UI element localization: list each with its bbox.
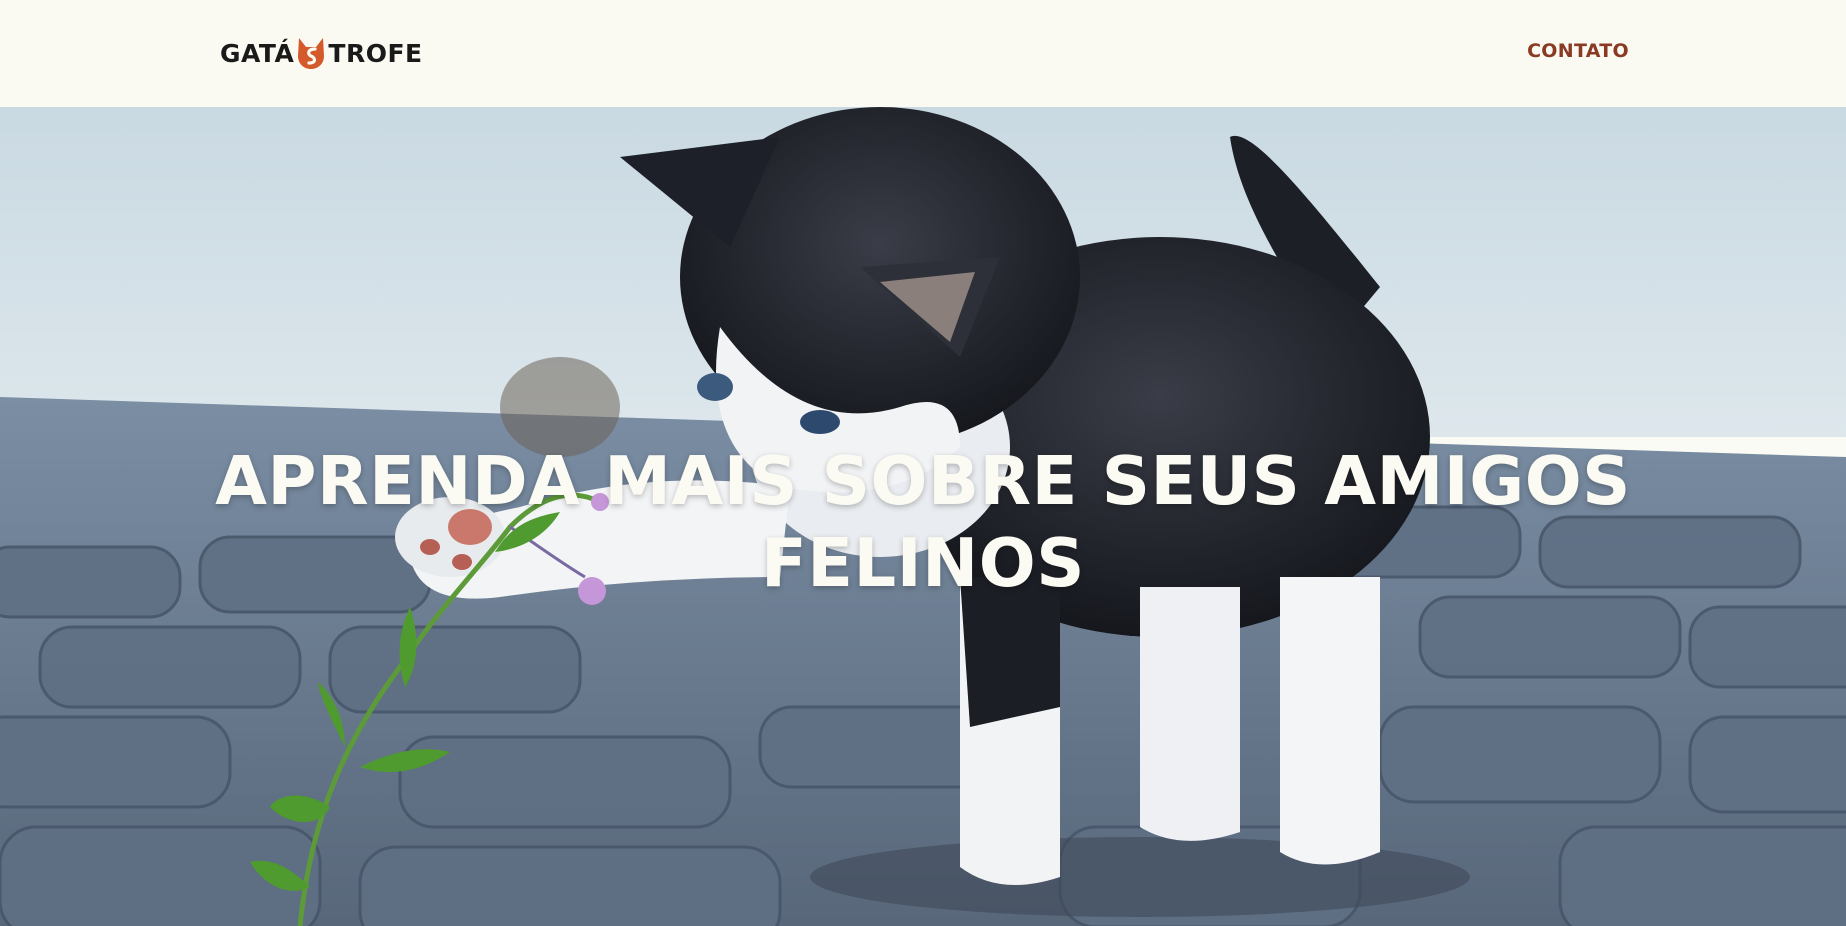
hero-title-line-1: APRENDA MAIS SOBRE SEUS AMIGOS [215, 442, 1631, 520]
site-logo[interactable]: GATÁ TROFE [220, 36, 423, 70]
nav-contact-link[interactable]: CONTATO [1527, 40, 1629, 62]
hero-section: APRENDA MAIS SOBRE SEUS AMIGOS FELINOS [0, 107, 1846, 926]
site-header: GATÁ TROFE CONTATO [0, 0, 1846, 107]
hero-title-line-2: FELINOS [761, 524, 1085, 602]
hero-title: APRENDA MAIS SOBRE SEUS AMIGOS FELINOS [0, 440, 1846, 604]
logo-text-left: GATÁ [220, 38, 295, 68]
logo-text-right: TROFE [328, 38, 423, 68]
cat-logo-icon [295, 36, 327, 70]
